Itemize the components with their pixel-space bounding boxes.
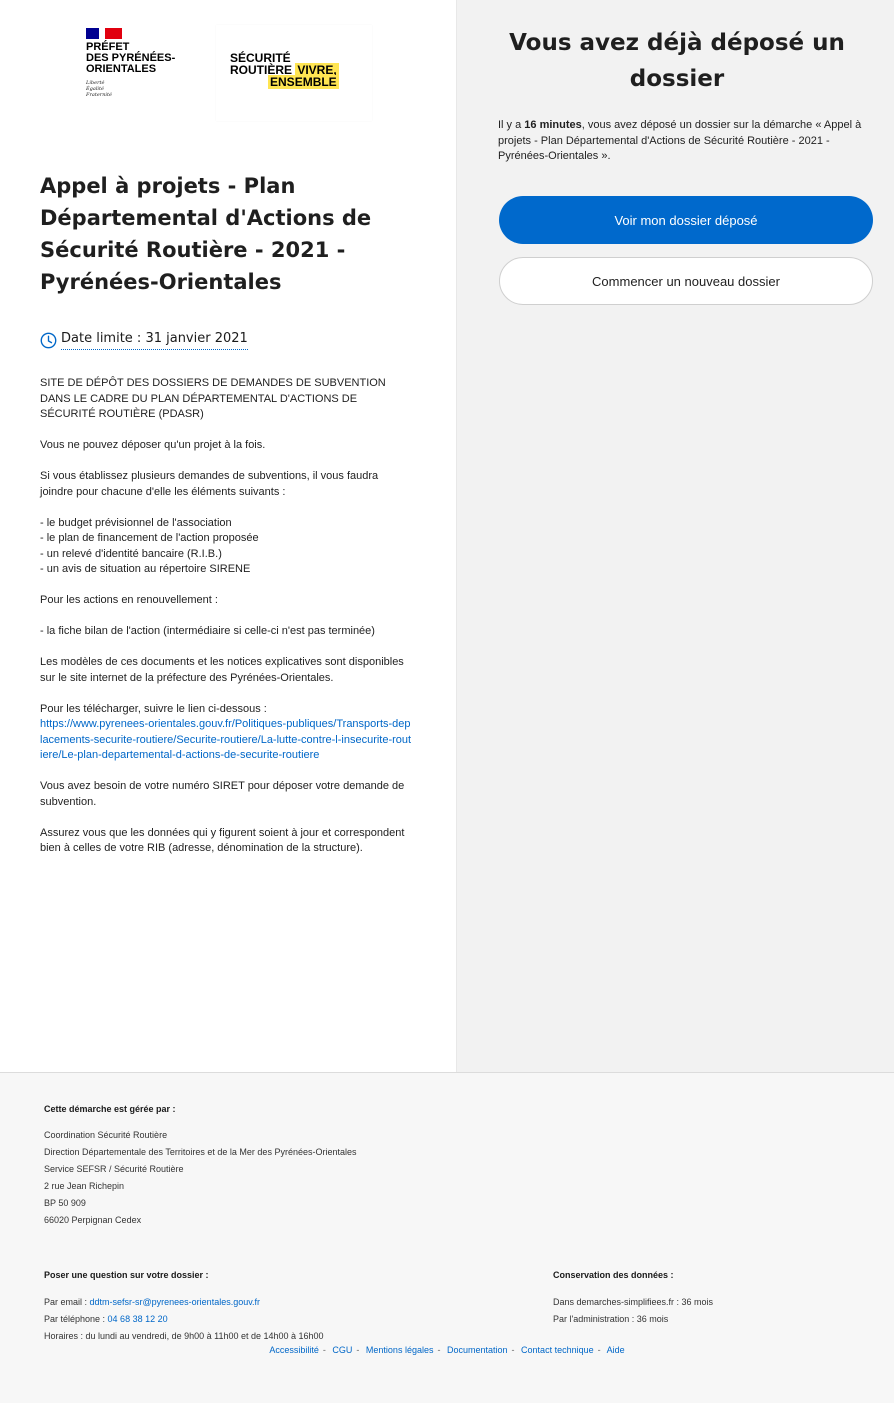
data-retention-info: Dans demarches-simplifiees.fr : 36 mois … — [553, 1297, 714, 1324]
contact-email-link[interactable]: ddtm-sefsr-sr@pyrenees-orientales.gouv.f… — [90, 1297, 261, 1307]
already-submitted-title: Vous avez déjà déposé un dossier — [509, 30, 845, 92]
footer-link-mentions-legales[interactable]: Mentions légales — [366, 1345, 434, 1355]
contact-info: Par email : ddtm-sefsr-sr@pyrenees-orien… — [44, 1297, 324, 1341]
prefecture-name: PRÉFET DES PYRÉNÉES- ORIENTALES — [86, 41, 176, 75]
french-flag-icon — [86, 28, 122, 39]
prefecture-logo: PRÉFET DES PYRÉNÉES- ORIENTALES Liberté … — [86, 28, 216, 120]
notice-paragraph: Vous ne pouvez déposer qu'un projet à la… — [40, 439, 266, 451]
question-heading: Poser une question sur votre dossier : — [44, 1270, 209, 1280]
already-submitted-message: Il y a 16 minutes, vous avez déposé un d… — [498, 119, 862, 162]
notice-paragraph: SITE DE DÉPÔT DES DOSSIERS DE DEMANDES D… — [40, 377, 386, 420]
data-retention-heading: Conservation des données : — [553, 1270, 674, 1280]
deadline: Date limite : 31 janvier 2021 — [40, 331, 248, 350]
notice-paragraph: Si vous établissez plusieurs demandes de… — [40, 470, 379, 498]
contact-phone-link[interactable]: 04 68 38 12 20 — [108, 1314, 168, 1324]
notice-paragraph: Les modèles de ces documents et les noti… — [40, 656, 404, 684]
footer-link-documentation[interactable]: Documentation — [447, 1345, 508, 1355]
list-item: - un relevé d'identité bancaire (R.I.B.) — [40, 547, 222, 560]
footer-links: Accessibilité - CGU - Mentions légales - Do… — [269, 1345, 625, 1355]
list-item: - le plan de financement de l'action pro… — [40, 532, 259, 544]
republic-motto: Liberté Égalité Fraternité — [86, 80, 112, 98]
deadline-label: Date limite : 31 janvier 2021 — [61, 331, 248, 350]
notice-paragraph: - la fiche bilan de l'action (intermédia… — [40, 625, 375, 637]
notice-paragraph: Vous avez besoin de votre numéro SIRET p… — [40, 780, 405, 808]
footer-link-aide[interactable]: Aide — [607, 1345, 625, 1355]
list-item: - un avis de situation au répertoire SIR… — [40, 563, 251, 575]
managed-by-heading: Cette démarche est gérée par : — [44, 1104, 176, 1114]
prefecture-documents-link[interactable]: https://www.pyrenees-orientales.gouv.fr/… — [40, 718, 411, 761]
clock-icon — [40, 332, 57, 349]
footer-link-cgu[interactable]: CGU — [332, 1345, 352, 1355]
notice-paragraph: Pour les actions en renouvellement : — [40, 594, 218, 606]
notice-paragraph: Pour les télécharger, suivre le lien ci-… — [40, 702, 412, 762]
footer-link-accessibilite[interactable]: Accessibilité — [269, 1345, 319, 1355]
service-address: Coordination Sécurité Routière Direction… — [44, 1130, 357, 1225]
start-new-dossier-button[interactable]: Commencer un nouveau dossier — [499, 257, 873, 305]
list-item: - le budget prévisionnel de l'associatio… — [40, 516, 232, 529]
procedure-notice: SITE DE DÉPÔT DES DOSSIERS DE DEMANDES D… — [40, 376, 412, 872]
view-submitted-dossier-button[interactable]: Voir mon dossier déposé — [499, 196, 873, 244]
footer-link-contact-technique[interactable]: Contact technique — [521, 1345, 594, 1355]
notice-paragraph: Assurez vous que les données qui y figur… — [40, 826, 405, 855]
securite-routiere-logo: SÉCURITÉ ROUTIÈRE VIVRE, ENSEMBLE — [216, 25, 372, 121]
required-documents-list: - le budget prévisionnel de l'associatio… — [40, 516, 412, 578]
footer: Cette démarche est gérée par : Coordinat… — [0, 1072, 894, 1403]
procedure-title: Appel à projets - Plan Départemental d'A… — [40, 174, 372, 294]
